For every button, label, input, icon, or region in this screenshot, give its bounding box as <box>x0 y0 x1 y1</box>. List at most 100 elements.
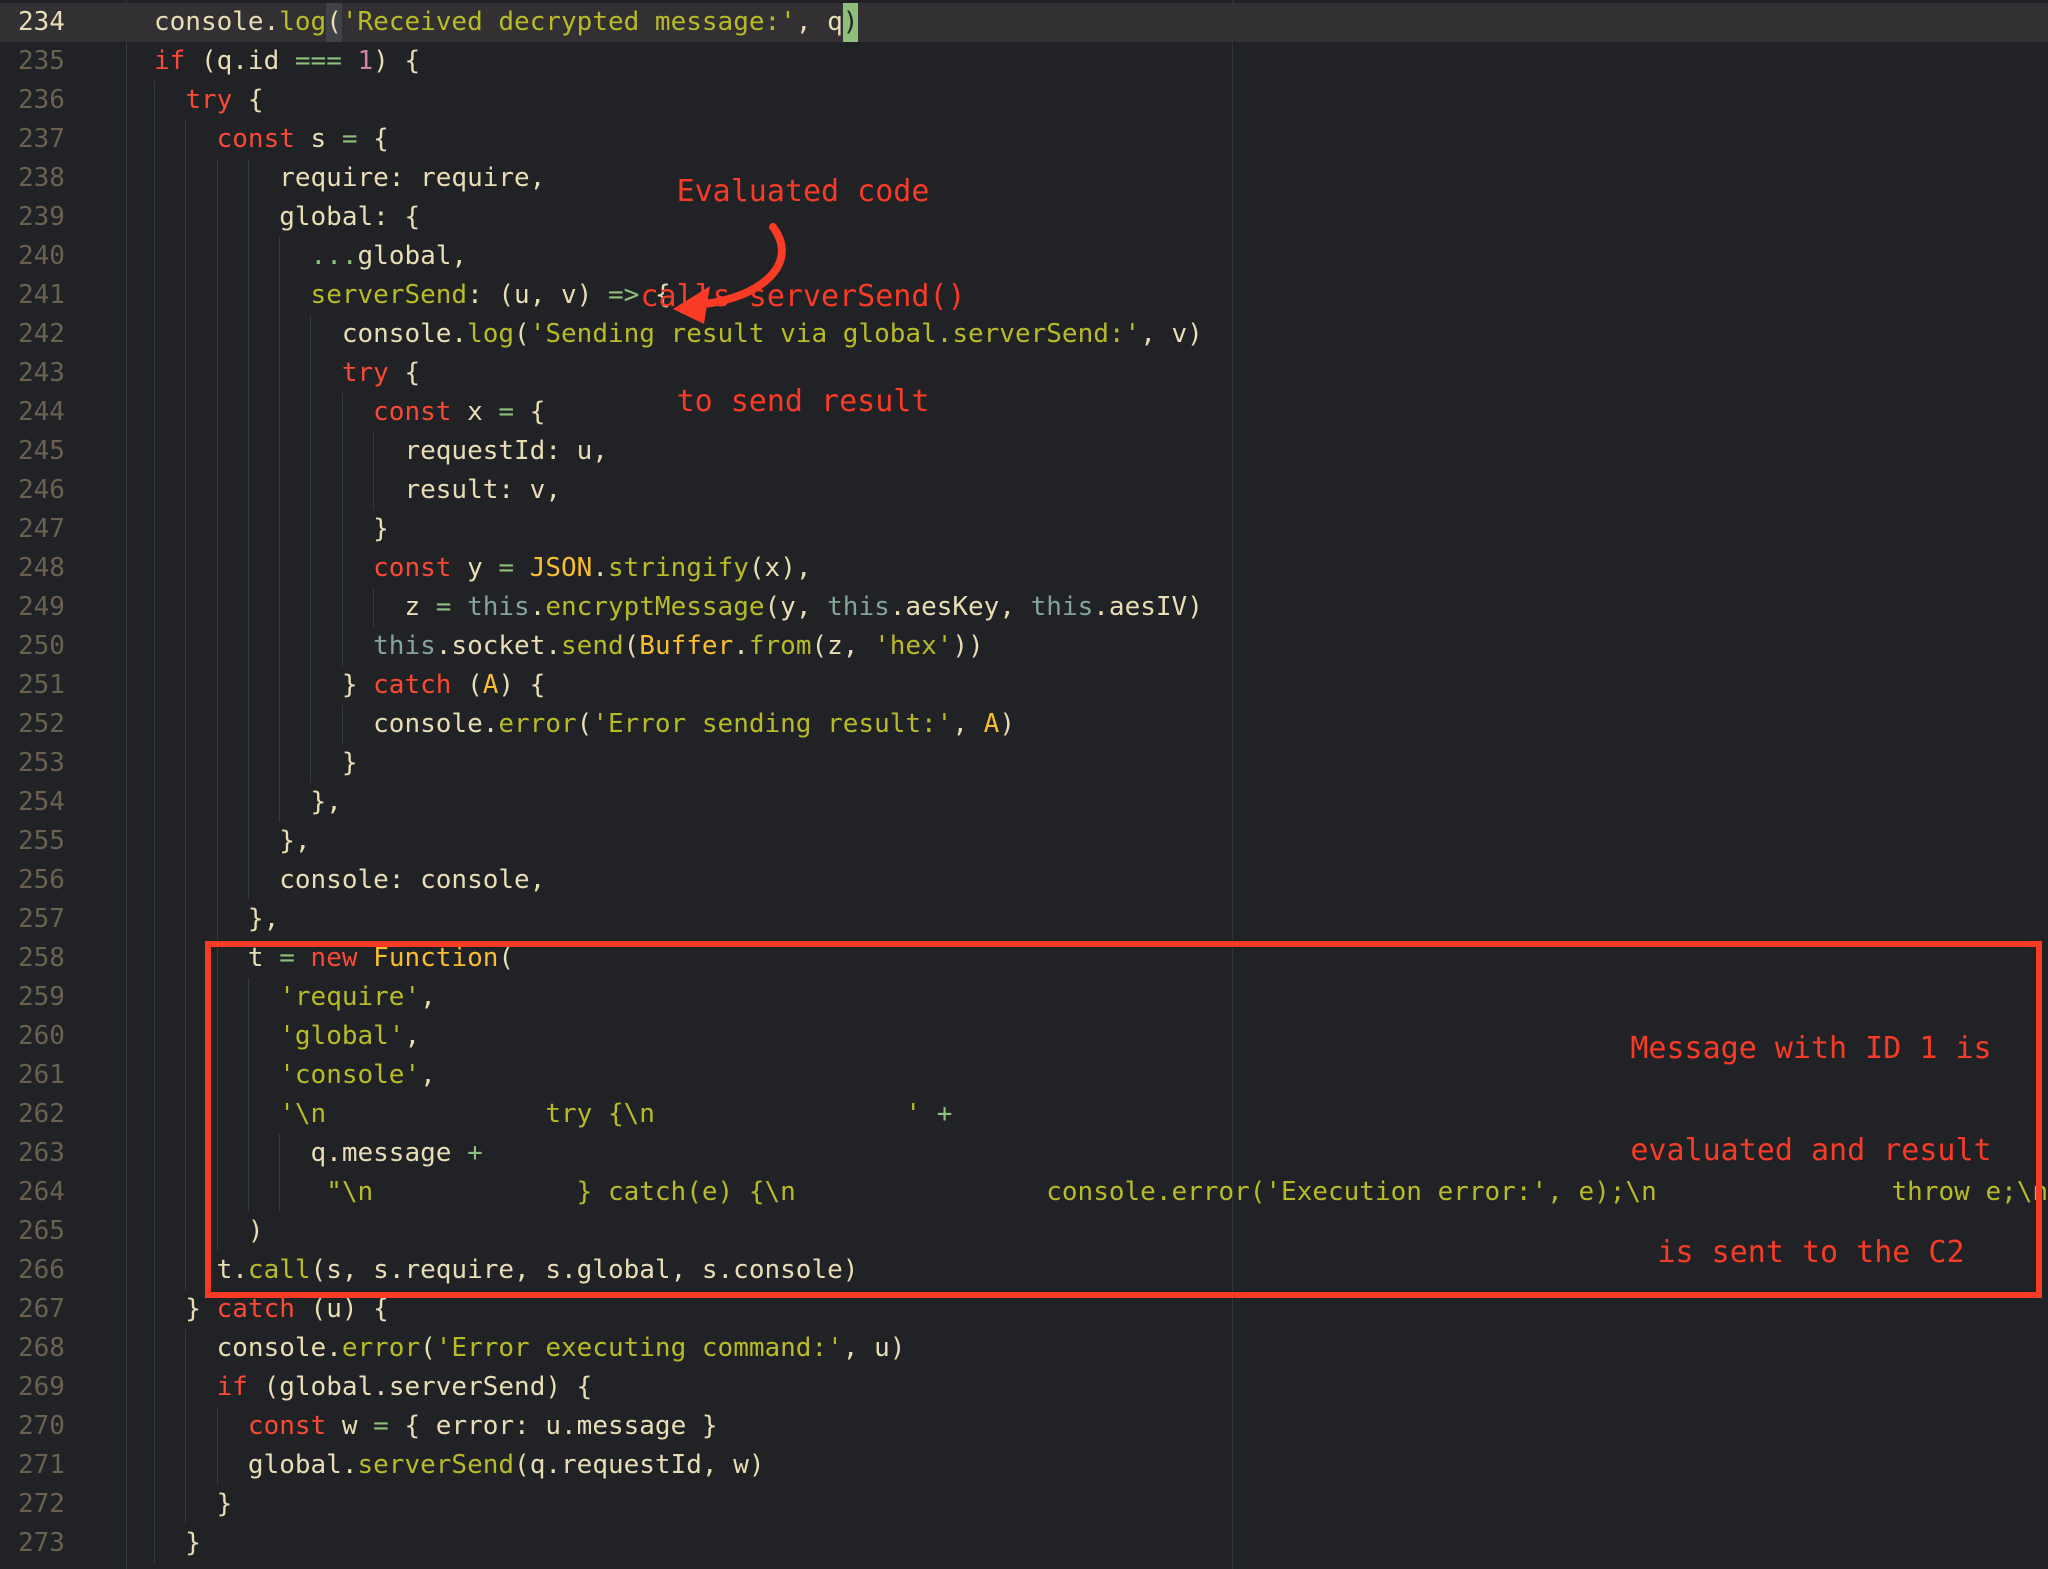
code-token: result: v, <box>154 475 561 505</box>
code-token: JSON <box>530 553 593 583</box>
line-number[interactable]: 264 <box>18 1173 65 1212</box>
line-number[interactable]: 269 <box>18 1368 65 1407</box>
code-line-254[interactable]: 254 }, <box>0 783 2048 822</box>
code-token: y <box>451 553 498 583</box>
code-line-238[interactable]: 238 require: require, <box>0 159 2048 198</box>
code-line-272[interactable]: 272 } <box>0 1485 2048 1524</box>
code-token: error <box>342 1333 420 1363</box>
line-number[interactable]: 242 <box>18 315 65 354</box>
code-token: this <box>467 592 530 622</box>
line-number[interactable]: 249 <box>18 588 65 627</box>
line-number[interactable]: 241 <box>18 276 65 315</box>
code-line-245[interactable]: 245 requestId: u, <box>0 432 2048 471</box>
code-line-249[interactable]: 249 z = this.encryptMessage(y, this.aesK… <box>0 588 2048 627</box>
line-number[interactable]: 247 <box>18 510 65 549</box>
line-number[interactable]: 267 <box>18 1290 65 1329</box>
code-line-251[interactable]: 251 } catch (A) { <box>0 666 2048 705</box>
line-number[interactable]: 265 <box>18 1212 65 1251</box>
code-line-248[interactable]: 248 const y = JSON.stringify(x), <box>0 549 2048 588</box>
code-token: , <box>420 982 436 1012</box>
line-number[interactable]: 246 <box>18 471 65 510</box>
line-number[interactable]: 252 <box>18 705 65 744</box>
code-token: = <box>342 124 358 154</box>
code-line-237[interactable]: 237 const s = { <box>0 120 2048 159</box>
line-number[interactable]: 234 <box>18 3 65 42</box>
line-number[interactable]: 250 <box>18 627 65 666</box>
code-text: const y = JSON.stringify(x), <box>154 549 812 588</box>
code-line-239[interactable]: 239 global: { <box>0 198 2048 237</box>
code-token: x <box>451 397 498 427</box>
code-token: { error: u.message } <box>389 1411 718 1441</box>
code-text: global.serverSend(q.requestId, w) <box>154 1446 765 1485</box>
line-number[interactable]: 238 <box>18 159 65 198</box>
code-token: requestId: u, <box>154 436 608 466</box>
code-line-241[interactable]: 241 serverSend: (u, v) => { <box>0 276 2048 315</box>
code-token: , v) <box>1140 319 1203 349</box>
code-token: call <box>248 1255 311 1285</box>
line-number[interactable]: 259 <box>18 978 65 1017</box>
code-token: (u) { <box>295 1294 389 1324</box>
code-token: ) <box>999 709 1015 739</box>
line-number[interactable]: 255 <box>18 822 65 861</box>
code-token: const <box>248 1411 326 1441</box>
code-line-256[interactable]: 256 console: console, <box>0 861 2048 900</box>
code-text: 'console', <box>154 1056 436 1095</box>
line-number[interactable]: 239 <box>18 198 65 237</box>
code-line-252[interactable]: 252 console.error('Error sending result:… <box>0 705 2048 744</box>
code-line-240[interactable]: 240 ...global, <box>0 237 2048 276</box>
line-number[interactable]: 248 <box>18 549 65 588</box>
line-number[interactable]: 271 <box>18 1446 65 1485</box>
code-text: }, <box>154 822 311 861</box>
code-line-253[interactable]: 253 } <box>0 744 2048 783</box>
line-number[interactable]: 236 <box>18 81 65 120</box>
code-editor: 234console.log('Received decrypted messa… <box>0 0 2048 1569</box>
line-number[interactable]: 257 <box>18 900 65 939</box>
code-token <box>514 553 530 583</box>
line-number[interactable]: 251 <box>18 666 65 705</box>
code-line-242[interactable]: 242 console.log('Sending result via glob… <box>0 315 2048 354</box>
line-number[interactable]: 245 <box>18 432 65 471</box>
line-number[interactable]: 262 <box>18 1095 65 1134</box>
line-number[interactable]: 243 <box>18 354 65 393</box>
line-number[interactable]: 273 <box>18 1524 65 1563</box>
code-line-257[interactable]: 257 }, <box>0 900 2048 939</box>
code-token: , q <box>796 7 843 37</box>
code-line-247[interactable]: 247 } <box>0 510 2048 549</box>
line-number[interactable]: 258 <box>18 939 65 978</box>
code-line-234[interactable]: 234console.log('Received decrypted messa… <box>0 3 2048 42</box>
line-number[interactable]: 270 <box>18 1407 65 1446</box>
code-line-246[interactable]: 246 result: v, <box>0 471 2048 510</box>
code-token: '\n try {\n ' <box>279 1099 921 1129</box>
code-line-270[interactable]: 270 const w = { error: u.message } <box>0 1407 2048 1446</box>
annotation-line: to send result <box>603 384 1003 419</box>
code-token: t <box>154 943 279 973</box>
code-line-243[interactable]: 243 try { <box>0 354 2048 393</box>
code-token: , u) <box>843 1333 906 1363</box>
code-line-250[interactable]: 250 this.socket.send(Buffer.from(z, 'hex… <box>0 627 2048 666</box>
line-number[interactable]: 244 <box>18 393 65 432</box>
line-number[interactable]: 254 <box>18 783 65 822</box>
line-number[interactable]: 240 <box>18 237 65 276</box>
code-token: 'Error sending result:' <box>592 709 952 739</box>
code-line-236[interactable]: 236 try { <box>0 81 2048 120</box>
code-line-271[interactable]: 271 global.serverSend(q.requestId, w) <box>0 1446 2048 1485</box>
code-text: try { <box>154 81 264 120</box>
code-line-269[interactable]: 269 if (global.serverSend) { <box>0 1368 2048 1407</box>
line-number[interactable]: 263 <box>18 1134 65 1173</box>
code-line-244[interactable]: 244 const x = { <box>0 393 2048 432</box>
line-number[interactable]: 266 <box>18 1251 65 1290</box>
line-number[interactable]: 256 <box>18 861 65 900</box>
code-token: console. <box>154 319 467 349</box>
code-line-255[interactable]: 255 }, <box>0 822 2048 861</box>
line-number[interactable]: 261 <box>18 1056 65 1095</box>
line-number[interactable]: 235 <box>18 42 65 81</box>
line-number[interactable]: 253 <box>18 744 65 783</box>
line-number[interactable]: 237 <box>18 120 65 159</box>
code-text: result: v, <box>154 471 561 510</box>
code-token: ( <box>420 1333 436 1363</box>
line-number[interactable]: 268 <box>18 1329 65 1368</box>
line-number[interactable]: 272 <box>18 1485 65 1524</box>
line-number[interactable]: 260 <box>18 1017 65 1056</box>
code-line-273[interactable]: 273 } <box>0 1524 2048 1563</box>
code-line-235[interactable]: 235if (q.id === 1) { <box>0 42 2048 81</box>
